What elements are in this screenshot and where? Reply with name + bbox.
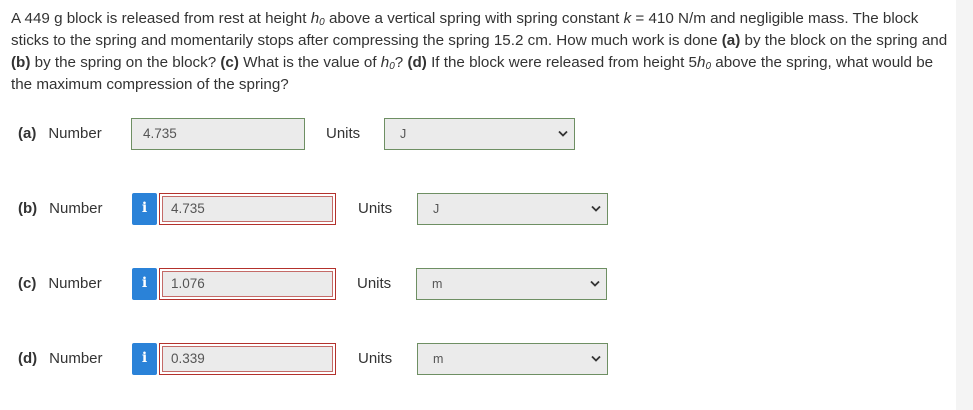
part-b-unit-value: J — [433, 202, 440, 216]
chevron-down-icon — [591, 205, 601, 212]
part-b-label: (b) Number — [18, 200, 103, 217]
part-d-marker: (d) — [407, 54, 427, 71]
part-a-unit-value: J — [400, 127, 407, 141]
question-segment: If the block were released from height 5 — [426, 54, 698, 71]
info-icon[interactable]: i — [132, 343, 157, 375]
question-segment: by the spring on the block? — [30, 54, 221, 71]
part-c-label: (c) Number — [18, 275, 102, 292]
part-b-marker: (b) — [11, 54, 31, 71]
part-d-units-label: Units — [358, 350, 393, 367]
info-icon[interactable]: i — [132, 268, 157, 300]
question-segment: by the block on the spring and — [740, 32, 948, 49]
question-segment: What is the value of — [238, 54, 381, 71]
h0-variable: h0 — [380, 54, 395, 72]
part-b-value: 4.735 — [162, 196, 333, 222]
part-b-units-select[interactable]: J — [417, 193, 608, 225]
page-scroll-gutter — [956, 0, 973, 410]
question-segment: ? — [394, 54, 408, 71]
part-a-marker: (a) — [721, 32, 741, 49]
part-d-value: 0.339 — [162, 346, 333, 372]
h0-variable: h0 — [697, 54, 712, 72]
chevron-down-icon — [591, 355, 601, 362]
chevron-down-icon — [558, 130, 568, 137]
question-segment: above a vertical spring with spring cons… — [324, 10, 624, 27]
chevron-down-icon — [590, 280, 600, 287]
part-b-number-input[interactable]: 4.735 — [159, 193, 336, 225]
part-d-number-input[interactable]: 0.339 — [159, 343, 336, 375]
part-b-units-label: Units — [358, 200, 393, 217]
question-page: A 449 g block is released from rest at h… — [0, 0, 973, 410]
part-c-value: 1.076 — [162, 271, 333, 297]
part-c-number-input[interactable]: 1.076 — [159, 268, 336, 300]
part-c-marker: (c) — [220, 54, 239, 71]
part-d-unit-value: m — [433, 352, 444, 366]
question-text: A 449 g block is released from rest at h… — [11, 8, 951, 96]
part-c-unit-value: m — [432, 277, 443, 291]
part-a-label: (a) Number — [18, 125, 102, 142]
part-c-units-label: Units — [357, 275, 392, 292]
question-segment: A 449 g block is released from rest at h… — [11, 10, 311, 27]
h0-variable: h0 — [310, 10, 325, 28]
part-d-units-select[interactable]: m — [417, 343, 608, 375]
part-d-label: (d) Number — [18, 350, 103, 367]
part-a-units-label: Units — [326, 125, 361, 142]
part-c-units-select[interactable]: m — [416, 268, 607, 300]
part-a-units-select[interactable]: J — [384, 118, 575, 150]
info-icon[interactable]: i — [132, 193, 157, 225]
part-a-number-input[interactable]: 4.735 — [131, 118, 305, 150]
